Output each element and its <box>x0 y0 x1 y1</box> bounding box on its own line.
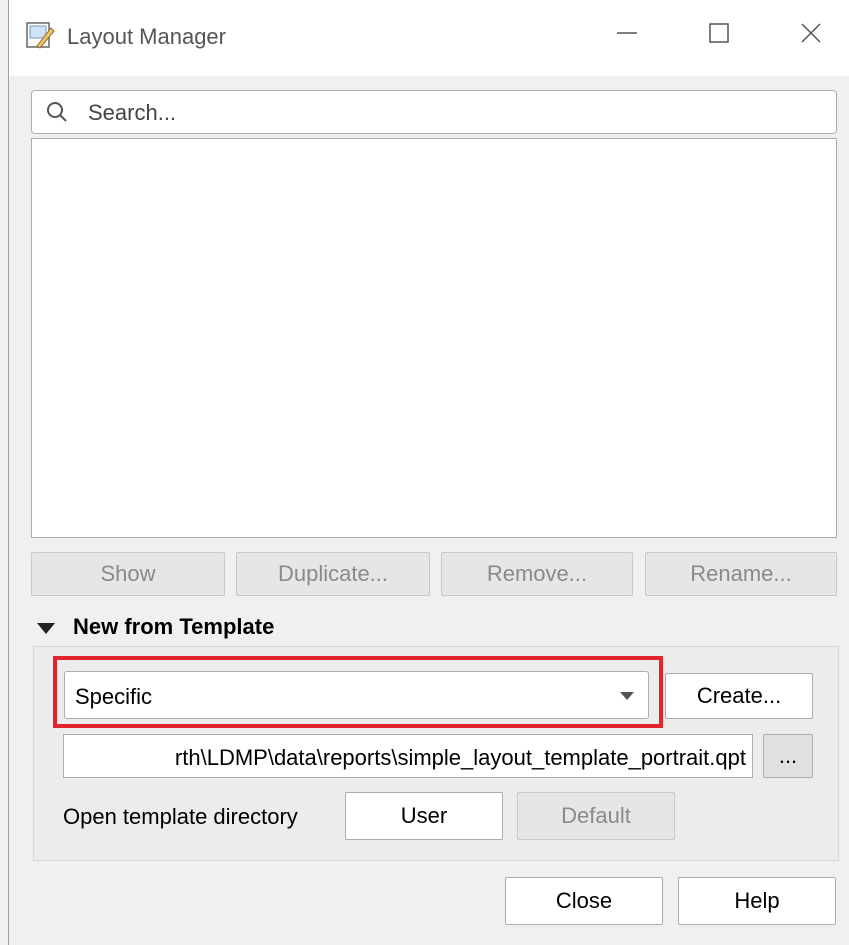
layout-app-icon <box>25 20 55 50</box>
create-button[interactable]: Create... <box>665 673 813 719</box>
minimize-icon <box>616 22 638 50</box>
duplicate-button[interactable]: Duplicate... <box>236 552 430 596</box>
close-icon <box>800 22 822 50</box>
new-from-template-header[interactable]: New from Template <box>37 614 274 640</box>
layout-list[interactable] <box>31 138 837 538</box>
layout-manager-window: Layout Manager Show Duplicate... Remo <box>8 0 849 945</box>
close-button[interactable]: Close <box>505 877 663 925</box>
search-icon <box>46 101 68 129</box>
minimize-button[interactable] <box>597 16 657 56</box>
search-box[interactable] <box>31 90 837 135</box>
duplicate-button-label: Duplicate... <box>277 561 389 586</box>
title-bar[interactable]: Layout Manager <box>9 0 849 76</box>
search-input[interactable] <box>86 91 830 135</box>
user-directory-button[interactable]: User <box>345 792 503 840</box>
default-button-label: Default <box>561 803 631 828</box>
remove-button[interactable]: Remove... <box>441 552 633 596</box>
help-button[interactable]: Help <box>678 877 836 925</box>
open-template-directory-label: Open template directory <box>63 804 298 829</box>
highlight-box <box>53 656 663 728</box>
create-button-label: Create... <box>696 683 782 708</box>
close-window-button[interactable] <box>781 16 841 56</box>
template-path-field[interactable]: rth\LDMP\data\reports\simple_layout_temp… <box>63 734 753 778</box>
rename-button-label: Rename... <box>690 561 792 586</box>
browse-button[interactable]: ... <box>763 734 813 778</box>
default-directory-button[interactable]: Default <box>517 792 675 840</box>
window-title: Layout Manager <box>67 24 226 49</box>
maximize-icon <box>708 22 730 50</box>
user-button-label: User <box>400 803 448 828</box>
close-button-label: Close <box>555 888 613 913</box>
collapse-triangle-icon <box>37 622 55 634</box>
maximize-button[interactable] <box>689 16 749 56</box>
help-button-label: Help <box>734 888 780 913</box>
remove-button-label: Remove... <box>486 561 588 586</box>
section-title: New from Template <box>73 614 275 639</box>
rename-button[interactable]: Rename... <box>645 552 837 596</box>
show-button-label: Show <box>100 561 156 586</box>
template-path-value: rth\LDMP\data\reports\simple_layout_temp… <box>174 745 746 770</box>
show-button[interactable]: Show <box>31 552 225 596</box>
browse-button-label: ... <box>778 743 798 768</box>
